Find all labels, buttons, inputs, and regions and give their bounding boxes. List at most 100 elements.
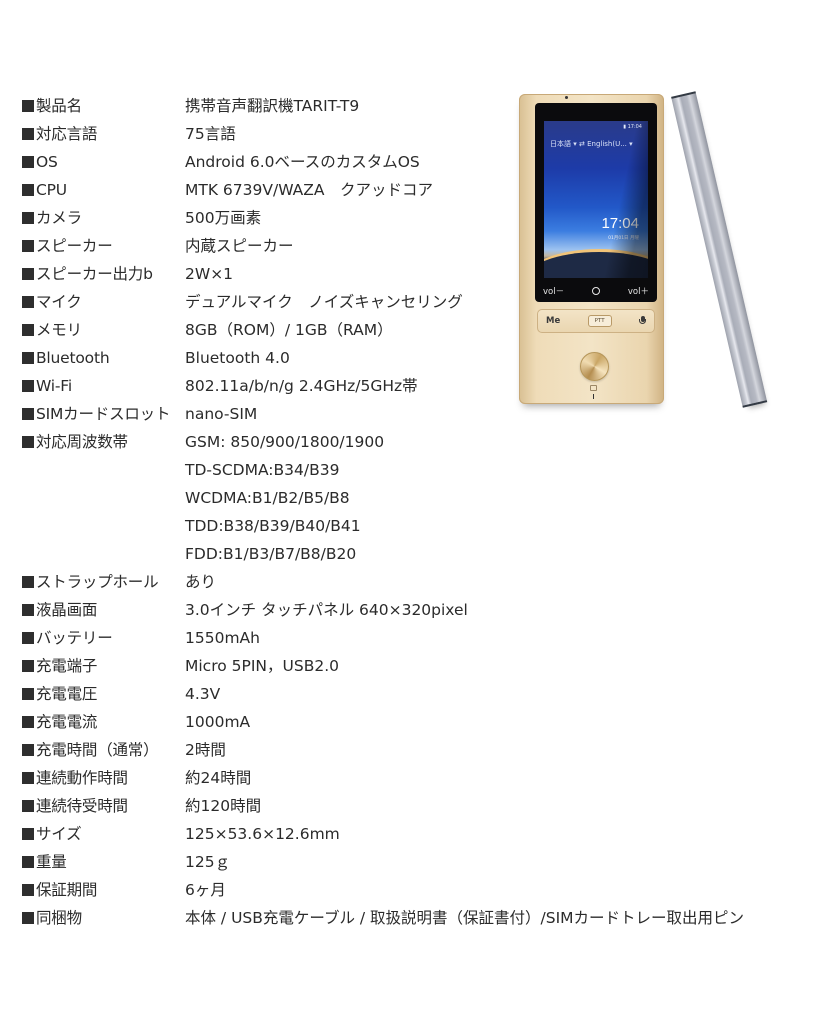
spec-value: 1550mAh <box>185 629 260 647</box>
spec-label-text: 充電電圧 <box>36 685 98 703</box>
bullet-square-icon <box>22 716 34 728</box>
spec-label: 充電電圧 <box>22 680 185 708</box>
spec-value: Android 6.0ベースのカスタムOS <box>185 153 420 171</box>
spec-value: 約24時間 <box>185 769 252 787</box>
spec-value: 1000mA <box>185 713 251 731</box>
spec-value: MTK 6739V/WAZA クアッドコア <box>185 181 434 199</box>
microphone-icon <box>639 316 646 326</box>
bullet-square-icon <box>22 128 34 140</box>
spec-label-text: メモリ <box>36 321 82 339</box>
spec-row: 充電時間（通常） 2時間 <box>22 736 822 764</box>
vol-up-key: vol＋ <box>627 287 649 297</box>
spec-label: 重量 <box>22 848 185 876</box>
swap-icon: ⇄ <box>578 140 585 148</box>
bullet-square-icon <box>22 268 34 280</box>
bullet-square-icon <box>22 324 34 336</box>
bullet-square-icon <box>22 184 34 196</box>
vol-down-key: vol－ <box>543 287 565 297</box>
spec-label: 連続待受時間 <box>22 792 185 820</box>
spec-label: スピーカー <box>22 232 185 260</box>
spec-row: ストラップホール あり <box>22 568 822 596</box>
spec-value: TDD:B38/B39/B40/B41 <box>185 517 361 535</box>
product-image: ▮ 17:04 日本語 ▾ ⇄ English(U... ▾ 17:04 01月… <box>515 90 795 420</box>
usb-port-mark <box>593 394 594 399</box>
spec-row: 充電電流 1000mA <box>22 708 822 736</box>
spec-label-text: スピーカー出力b <box>36 265 153 283</box>
spec-row: 同梱物 本体 / USB充電ケーブル / 取扱説明書（保証書付）/SIMカードトレ… <box>22 904 822 932</box>
bullet-square-icon <box>22 352 34 364</box>
spec-label: 対応周波数帯 <box>22 428 185 456</box>
battery-icon: ▮ <box>623 124 626 130</box>
screen-bezel: ▮ 17:04 日本語 ▾ ⇄ English(U... ▾ 17:04 01月… <box>535 103 657 302</box>
spec-value: Micro 5PIN，USB2.0 <box>185 657 339 675</box>
spec-value: TD-SCDMA:B34/B39 <box>185 461 340 479</box>
language-selector: 日本語 ▾ ⇄ English(U... ▾ <box>550 139 633 149</box>
bullet-square-icon <box>22 100 34 112</box>
spec-row: TD-SCDMA:B34/B39 <box>22 456 822 484</box>
spec-label-text: OS <box>36 153 58 171</box>
bullet-square-icon <box>22 856 34 868</box>
spec-label: 充電電流 <box>22 708 185 736</box>
spec-label-text: カメラ <box>36 209 82 227</box>
spec-label: Bluetooth <box>22 344 185 372</box>
spec-row: FDD:B1/B3/B7/B8/B20 <box>22 540 822 568</box>
bullet-square-icon <box>22 632 34 644</box>
spec-value: WCDMA:B1/B2/B5/B8 <box>185 489 350 507</box>
bullet-square-icon <box>22 884 34 896</box>
spec-label: 保証期間 <box>22 876 185 904</box>
device-front-view: ▮ 17:04 日本語 ▾ ⇄ English(U... ▾ 17:04 01月… <box>519 94 664 404</box>
spec-label: カメラ <box>22 204 185 232</box>
bullet-square-icon <box>22 296 34 308</box>
spec-label-text: SIMカードスロット <box>36 405 171 423</box>
ptt-key: PTT <box>587 315 612 327</box>
bullet-square-icon <box>22 380 34 392</box>
spec-value: 802.11a/b/n/g 2.4GHz/5GHz帯 <box>185 377 418 395</box>
spec-row: TDD:B38/B39/B40/B41 <box>22 512 822 540</box>
spec-value: 125×53.6×12.6mm <box>185 825 340 843</box>
bullet-square-icon <box>22 436 34 448</box>
spec-value: 125ｇ <box>185 853 231 871</box>
spec-value: 携帯音声翻訳機TARIT-T9 <box>185 97 360 115</box>
spec-label-text: 重量 <box>36 853 67 871</box>
spec-value: あり <box>185 573 217 591</box>
spec-value: nano-SIM <box>185 405 258 423</box>
spec-label-text: 充電時間（通常） <box>36 741 159 759</box>
spec-value: 内蔵スピーカー <box>185 237 294 255</box>
bullet-square-icon <box>22 576 34 588</box>
spec-value: 2時間 <box>185 741 226 759</box>
spec-label: スピーカー出力b <box>22 260 185 288</box>
spec-label: 連続動作時間 <box>22 764 185 792</box>
main-button <box>580 352 609 381</box>
spec-label-text: 同梱物 <box>36 909 82 927</box>
spec-value: 4.3V <box>185 685 221 703</box>
spec-row: 充電端子 Micro 5PIN，USB2.0 <box>22 652 822 680</box>
bullet-square-icon <box>22 772 34 784</box>
spec-value: Bluetooth 4.0 <box>185 349 290 367</box>
bullet-square-icon <box>22 912 34 924</box>
spec-label-text: 対応言語 <box>36 125 98 143</box>
spec-label: メモリ <box>22 316 185 344</box>
spec-label: OS <box>22 148 185 176</box>
spec-value: 75言語 <box>185 125 236 143</box>
spec-row: 重量 125ｇ <box>22 848 822 876</box>
spec-label: 対応言語 <box>22 120 185 148</box>
bullet-square-icon <box>22 156 34 168</box>
spec-label-text: サイズ <box>36 825 82 843</box>
bullet-square-icon <box>22 408 34 420</box>
spec-label: Wi-Fi <box>22 372 185 400</box>
spec-label: 液晶画面 <box>22 596 185 624</box>
spec-row: 液晶画面 3.0インチ タッチパネル 640×320pixel <box>22 596 822 624</box>
spec-value: 6ヶ月 <box>185 881 226 899</box>
bullet-square-icon <box>22 744 34 756</box>
spec-label-text: 保証期間 <box>36 881 98 899</box>
target-language: English(U... <box>587 140 627 148</box>
spec-row: 連続待受時間 約120時間 <box>22 792 822 820</box>
front-speaker-dot <box>565 96 568 99</box>
spec-value: デュアルマイク ノイズキャンセリング <box>185 293 463 311</box>
spec-label: 充電時間（通常） <box>22 736 185 764</box>
spec-label-text: 液晶画面 <box>36 601 98 619</box>
bullet-square-icon <box>22 604 34 616</box>
spec-label-text: 連続待受時間 <box>36 797 128 815</box>
spec-row: 充電電圧 4.3V <box>22 680 822 708</box>
bullet-square-icon <box>22 828 34 840</box>
